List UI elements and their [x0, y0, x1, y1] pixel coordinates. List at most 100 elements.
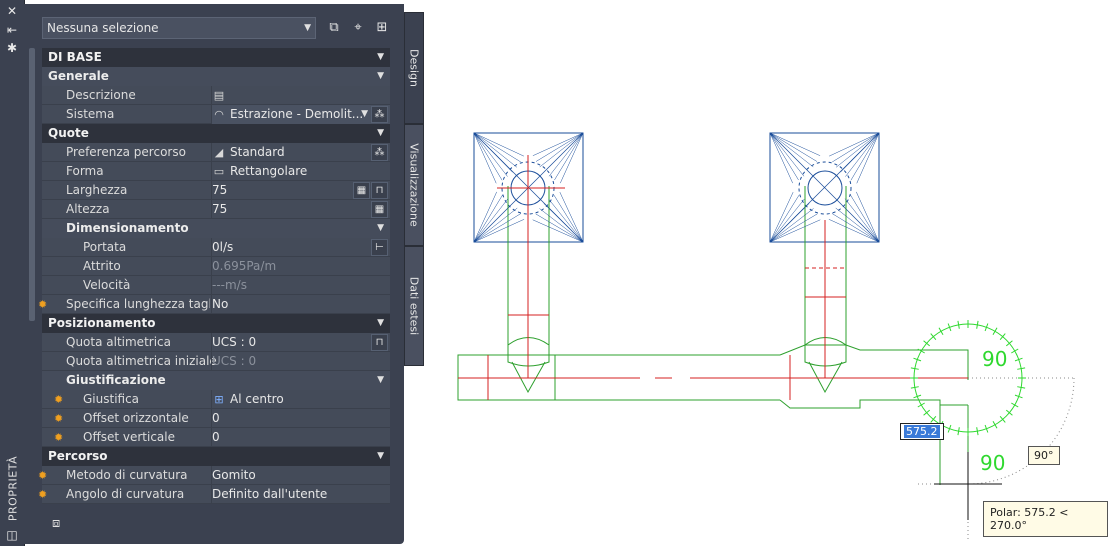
prop-value[interactable]: Definito dall'utente	[211, 485, 390, 504]
selection-dropdown[interactable]: Nessuna selezione ▼	[42, 17, 316, 39]
prop-larghezza[interactable]: Larghezza 75 ▦ ⊓	[42, 181, 390, 200]
prop-label: Angolo di curvatura	[66, 487, 185, 501]
prop-value-text: 75	[212, 183, 228, 197]
sun-icon: ✹	[54, 431, 64, 444]
lock-icon[interactable]: ⊓	[371, 334, 388, 351]
prop-label: Descrizione	[66, 88, 136, 102]
category-label: Quote	[48, 126, 89, 140]
dimension-input[interactable]: 575.2	[900, 423, 944, 440]
duct-network[interactable]	[457, 186, 969, 485]
prop-value[interactable]: ▤	[211, 86, 390, 105]
lock-icon[interactable]: ⊓	[371, 182, 388, 199]
chevron-down-icon: ▼	[377, 52, 384, 62]
prop-offset-vert[interactable]: ✹ Offset verticale 0	[42, 428, 390, 447]
prop-angolo[interactable]: ✹ Angolo di curvatura Definito dall'uten…	[38, 485, 390, 504]
browse-button[interactable]: ⁂	[371, 106, 388, 123]
browse-button[interactable]: ⁂	[371, 144, 388, 161]
sun-icon: ✹	[38, 488, 48, 501]
tab-dati-estesi[interactable]: Dati estesi	[404, 246, 424, 366]
dimension-input-value: 575.2	[904, 425, 940, 438]
prop-value[interactable]: ⊞ Al centro	[211, 390, 390, 409]
prop-preferenza[interactable]: Preferenza percorso ◢ Standard ⁂	[42, 143, 390, 162]
chevron-down-icon: ▼	[377, 318, 384, 328]
close-icon[interactable]: ✕	[4, 4, 20, 18]
tab-label: Visualizzazione	[407, 143, 421, 227]
prop-label: Attrito	[83, 259, 121, 273]
sun-icon: ✹	[54, 393, 64, 406]
prop-value-text: Standard	[230, 145, 285, 159]
settings-icon[interactable]: ✱	[4, 41, 20, 55]
chevron-down-icon: ▼	[304, 23, 311, 33]
prop-value-text: 0l/s	[212, 240, 234, 254]
prop-value[interactable]: 75	[211, 200, 390, 219]
prop-label: Giustifica	[83, 392, 140, 406]
prop-portata[interactable]: Portata 0l/s ⊢	[42, 238, 390, 257]
prop-altezza[interactable]: Altezza 75 ▦	[42, 200, 390, 219]
category-dimensioning[interactable]: Dimensionamento ▼	[42, 219, 390, 238]
scrollbar[interactable]	[29, 48, 35, 321]
palette-icon[interactable]: ◫	[4, 528, 20, 542]
prop-value[interactable]: 0	[211, 409, 390, 428]
add-object-icon[interactable]: ⧈	[52, 516, 60, 531]
prop-label: Offset verticale	[83, 430, 175, 444]
prop-value[interactable]: Gomito	[211, 466, 390, 485]
sun-icon: ✹	[54, 412, 64, 425]
calculator-icon[interactable]: ▦	[353, 182, 370, 199]
category-quote[interactable]: Quote ▼	[42, 124, 390, 143]
pick-object-icon[interactable]: ⌖	[348, 18, 368, 38]
table-icon: ▤	[213, 89, 225, 102]
prop-attrito[interactable]: Attrito 0.695Pa/m	[42, 257, 390, 276]
prop-velocita[interactable]: Velocità ---m/s	[42, 276, 390, 295]
prop-forma[interactable]: Forma ▭ Rettangolare	[42, 162, 390, 181]
polar-tooltip: Polar: 575.2 < 270.0°	[983, 501, 1108, 537]
pin-icon[interactable]: ⇤	[4, 23, 20, 37]
chevron-down-icon: ▼	[377, 451, 384, 461]
flow-icon[interactable]: ⊢	[371, 239, 388, 256]
prop-value-text: 0	[212, 411, 220, 425]
prop-offset-orizz[interactable]: ✹ Offset orizzontale 0	[42, 409, 390, 428]
prop-value-text: ---m/s	[212, 278, 247, 292]
prop-value[interactable]: No	[211, 295, 390, 314]
prop-quota-alt[interactable]: Quota altimetrica UCS : 0 ⊓	[42, 333, 390, 352]
category-label: Percorso	[48, 449, 108, 463]
tab-visualizzazione[interactable]: Visualizzazione	[404, 124, 424, 246]
prop-label: Larghezza	[66, 183, 128, 197]
properties-palette: Nessuna selezione ▼ ⧉ ⌖ ⊞ DI BASE ▼ Gene…	[24, 4, 404, 544]
angle-tooltip: 90°	[1028, 446, 1060, 465]
prop-value-text: 0.695Pa/m	[212, 259, 277, 273]
prop-quota-alt-iniz[interactable]: Quota altimetrica iniziale UCS : 0	[42, 352, 390, 371]
prop-descrizione[interactable]: Descrizione ▤	[42, 86, 390, 105]
tab-design[interactable]: Design	[404, 12, 424, 124]
prop-value[interactable]: 0l/s	[211, 238, 390, 257]
prop-label: Forma	[66, 164, 104, 178]
prop-value[interactable]: ◢ Standard	[211, 143, 390, 162]
prop-label: Preferenza percorso	[66, 145, 186, 159]
prop-value-text: Estrazione - Demolit...	[230, 107, 364, 121]
toggle-pickadd-icon[interactable]: ⊞	[372, 18, 392, 38]
calculator-icon[interactable]: ▦	[371, 201, 388, 218]
prop-label: Specifica lunghezza tagl...	[66, 297, 210, 311]
prop-specifica[interactable]: ✹ Specifica lunghezza tagl... No	[38, 295, 390, 314]
quick-select-icon[interactable]: ⧉	[324, 18, 344, 38]
category-general[interactable]: Generale ▼	[42, 67, 390, 86]
prop-value-text: Gomito	[212, 468, 256, 482]
category-path[interactable]: Percorso ▼	[42, 447, 390, 466]
prop-giustifica[interactable]: ✹ Giustifica ⊞ Al centro	[42, 390, 390, 409]
prop-value[interactable]: 0	[211, 428, 390, 447]
angle-label-top: 90	[982, 347, 1007, 371]
prop-sistema[interactable]: Sistema ◠ Estrazione - Demolit... ▼ ⁂	[42, 105, 390, 124]
category-positioning[interactable]: Posizionamento ▼	[42, 314, 390, 333]
palette-title-strip: ✕ ⇤ ✱ PROPRIETÀ ◫	[0, 0, 25, 546]
tab-label: Dati estesi	[407, 276, 421, 336]
prop-value: UCS : 0	[211, 352, 390, 371]
chevron-down-icon: ▼	[377, 71, 384, 81]
chevron-down-icon[interactable]: ▼	[361, 105, 368, 124]
prop-metodo[interactable]: ✹ Metodo di curvatura Gomito	[38, 466, 390, 485]
category-label: Giustificazione	[66, 373, 166, 387]
prop-value-text: UCS : 0	[212, 335, 257, 349]
category-basic[interactable]: DI BASE ▼	[42, 48, 390, 67]
prop-value-text: Definito dall'utente	[212, 487, 328, 501]
prop-value[interactable]: UCS : 0	[211, 333, 390, 352]
category-justification[interactable]: Giustificazione ▼	[42, 371, 390, 390]
prop-value[interactable]: ▭ Rettangolare	[211, 162, 390, 181]
